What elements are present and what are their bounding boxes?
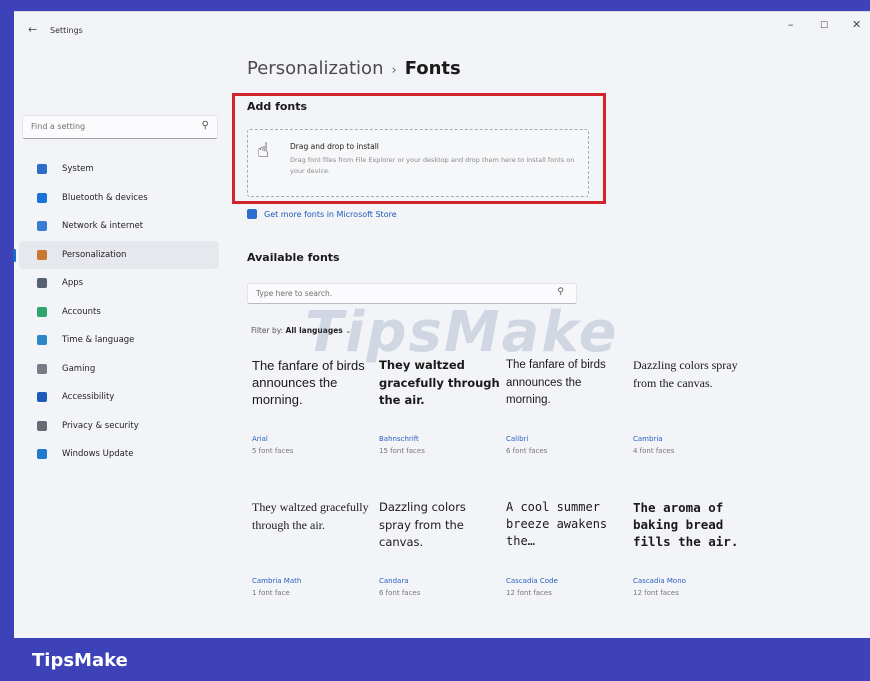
globe-clock-icon — [37, 335, 47, 346]
sidebar-item-label: Privacy & security — [62, 420, 139, 431]
update-icon — [37, 449, 47, 460]
font-card[interactable]: Dazzling colors spray from the canvas. Ca… — [379, 499, 501, 609]
breadcrumb: Personalization › Fonts — [247, 58, 461, 79]
font-card[interactable]: They waltzed gracefully through the air.… — [379, 357, 501, 467]
breadcrumb-separator: › — [391, 63, 397, 78]
monitor-icon — [37, 164, 47, 175]
settings-search-input[interactable]: Find a setting ⚲ — [22, 115, 218, 139]
font-face-count: 6 font faces — [379, 589, 421, 597]
sidebar-item-label: Network & internet — [62, 221, 144, 232]
font-search-placeholder: Type here to search. — [256, 289, 333, 298]
sidebar-item-apps[interactable]: Apps — [14, 269, 219, 298]
font-face-count: 15 font faces — [379, 447, 425, 455]
watermark: TipsMake — [305, 300, 619, 365]
font-face-count: 1 font face — [252, 589, 290, 597]
font-card[interactable]: The fanfare of birds announces the morni… — [252, 357, 374, 467]
sidebar-item-accounts[interactable]: Accounts — [14, 298, 219, 327]
breadcrumb-parent[interactable]: Personalization — [247, 58, 383, 79]
back-arrow-icon[interactable]: ← — [28, 23, 37, 36]
sidebar-nav: System Bluetooth & devices Network & inter… — [13, 155, 219, 469]
title-bar: ← Settings – ☐ ✕ — [14, 12, 870, 48]
highlight-annotation — [232, 93, 606, 204]
sidebar-item-label: Apps — [62, 278, 84, 289]
sidebar-item-windows-update[interactable]: Windows Update — [14, 440, 219, 469]
font-card[interactable]: They waltzed gracefully through the air.… — [252, 499, 374, 609]
sidebar-item-bluetooth-devices[interactable]: Bluetooth & devices — [14, 184, 219, 213]
store-icon — [247, 209, 257, 219]
sidebar-item-accessibility[interactable]: Accessibility — [14, 383, 219, 412]
sidebar-item-label: Accessibility — [62, 392, 115, 403]
font-face-count: 12 font faces — [633, 589, 679, 597]
microsoft-store-link[interactable]: Get more fonts in Microsoft Store — [247, 209, 397, 219]
top-strip — [0, 0, 870, 11]
apps-icon — [37, 278, 47, 289]
shield-icon — [37, 420, 47, 431]
sidebar-item-personalization[interactable]: Personalization — [13, 240, 219, 269]
person-icon — [37, 306, 47, 317]
font-card[interactable]: The aroma of baking bread fills the air.… — [633, 499, 755, 609]
font-sample-text: A cool summer breeze awakens the… — [506, 500, 608, 548]
filter-label: Filter by: — [251, 326, 284, 335]
font-name: Arial — [252, 435, 268, 443]
font-sample-text: Dazzling colors spray from the canvas. — [379, 500, 466, 549]
sidebar-item-label: Personalization — [62, 249, 127, 260]
font-name: Cascadia Code — [506, 577, 558, 585]
sidebar-item-privacy-security[interactable]: Privacy & security — [14, 412, 219, 441]
gamepad-icon — [37, 363, 47, 374]
window-title: Settings — [50, 26, 83, 35]
footer-brand: TipsMake — [32, 650, 128, 671]
accessibility-icon — [37, 392, 47, 403]
wifi-icon — [37, 221, 47, 232]
search-icon: ⚲ — [201, 120, 209, 131]
sidebar-item-label: Windows Update — [62, 449, 134, 460]
settings-search-placeholder: Find a setting — [31, 122, 86, 131]
font-card[interactable]: The fanfare of birds announces the morni… — [506, 357, 628, 467]
font-face-count: 6 font faces — [506, 447, 548, 455]
font-sample-text: They waltzed gracefully through the air. — [252, 500, 369, 532]
font-name: Cambria Math — [252, 577, 302, 585]
font-name: Candara — [379, 577, 409, 585]
close-button[interactable]: ✕ — [852, 18, 861, 31]
maximize-button[interactable]: ☐ — [820, 21, 828, 31]
sidebar-item-label: Time & language — [62, 335, 135, 346]
sidebar-item-network-internet[interactable]: Network & internet — [14, 212, 219, 241]
font-name: Bahnschrift — [379, 435, 419, 443]
sidebar-item-gaming[interactable]: Gaming — [14, 355, 219, 384]
font-name: Calibri — [506, 435, 529, 443]
font-name: Cambria — [633, 435, 663, 443]
font-name: Cascadia Mono — [633, 577, 686, 585]
store-link-label: Get more fonts in Microsoft Store — [264, 209, 397, 219]
sidebar-item-label: Bluetooth & devices — [62, 192, 148, 203]
brush-icon — [37, 249, 47, 260]
available-fonts-heading: Available fonts — [247, 251, 340, 264]
font-face-count: 12 font faces — [506, 589, 552, 597]
sidebar-item-system[interactable]: System — [14, 155, 219, 184]
sidebar-item-time-language[interactable]: Time & language — [14, 326, 219, 355]
search-icon: ⚲ — [557, 287, 564, 297]
sidebar-item-label: Accounts — [62, 306, 101, 317]
font-sample-text: The aroma of baking bread fills the air. — [633, 500, 739, 549]
font-face-count: 5 font faces — [252, 447, 294, 455]
font-card[interactable]: Dazzling colors spray from the canvas. Ca… — [633, 357, 755, 467]
bluetooth-icon — [37, 192, 47, 203]
sidebar-item-label: System — [62, 164, 94, 175]
page-title: Fonts — [404, 58, 461, 79]
sidebar-item-label: Gaming — [62, 363, 96, 374]
font-face-count: 4 font faces — [633, 447, 675, 455]
font-sample-text: Dazzling colors spray from the canvas. — [633, 358, 738, 390]
minimize-button[interactable]: – — [788, 18, 794, 31]
font-card[interactable]: A cool summer breeze awakens the… Cascadi… — [506, 499, 628, 609]
